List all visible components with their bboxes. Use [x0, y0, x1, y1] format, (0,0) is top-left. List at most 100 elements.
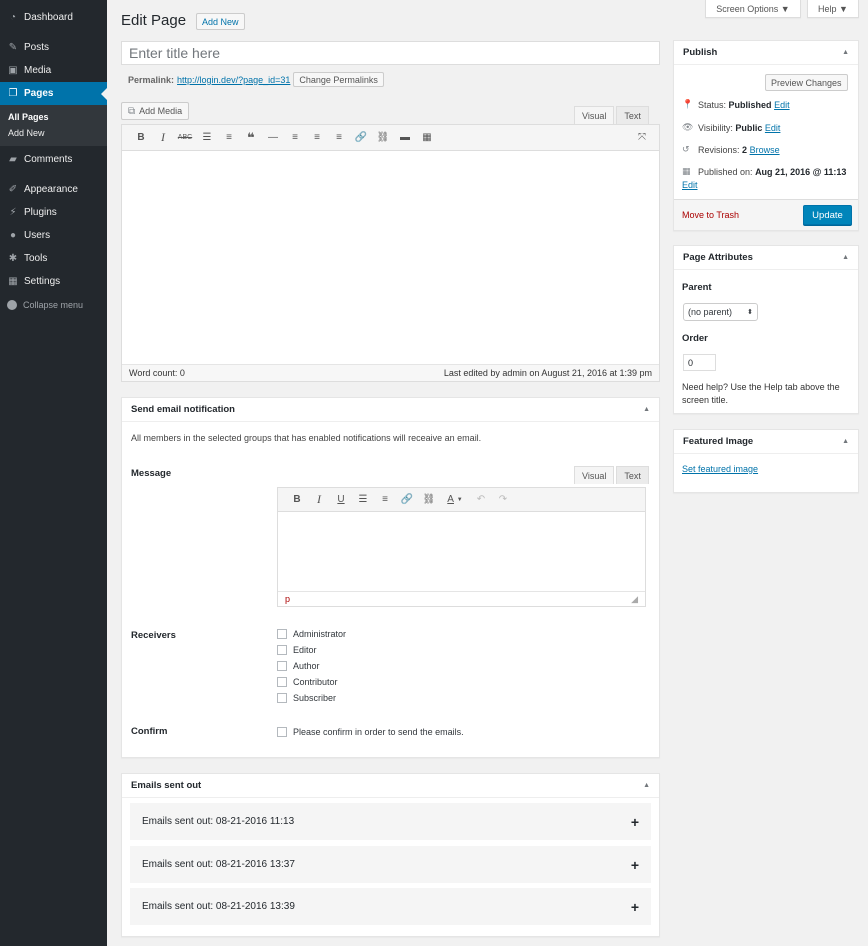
- confirm-checkbox[interactable]: [277, 727, 287, 737]
- message-tab-text[interactable]: Text: [616, 466, 649, 484]
- tab-text[interactable]: Text: [616, 106, 649, 124]
- order-input[interactable]: 0: [683, 354, 716, 371]
- bold-icon[interactable]: B: [130, 128, 152, 148]
- sidebar-item-posts[interactable]: ✎ Posts: [0, 36, 107, 59]
- collapse-arrow-icon[interactable]: ▲: [842, 438, 849, 445]
- preview-changes-button[interactable]: Preview Changes: [765, 74, 848, 91]
- sidebar-item-comments[interactable]: ▰ Comments: [0, 148, 107, 171]
- postbox-header[interactable]: Page Attributes ▲: [674, 246, 858, 270]
- bold-icon[interactable]: B: [286, 490, 308, 510]
- confirm-label: Confirm: [131, 726, 168, 737]
- add-media-button[interactable]: ⧉ Add Media: [121, 102, 190, 120]
- published-label: Published on:: [698, 167, 753, 177]
- receiver-label: Contributor: [293, 677, 338, 687]
- bullet-list-icon[interactable]: ☰: [196, 128, 218, 148]
- tab-visual[interactable]: Visual: [574, 106, 615, 124]
- toolbar-toggle-icon[interactable]: ▦: [416, 128, 438, 148]
- align-left-icon[interactable]: ≡: [284, 128, 306, 148]
- sidebar-item-appearance[interactable]: ✐ Appearance: [0, 178, 107, 201]
- eye-icon: 👁: [682, 122, 694, 132]
- message-tab-visual[interactable]: Visual: [574, 466, 615, 484]
- collapse-arrow-icon[interactable]: ▲: [643, 406, 650, 413]
- link-icon[interactable]: 🔗: [396, 490, 418, 510]
- order-label: Order: [682, 333, 708, 344]
- visibility-edit-link[interactable]: Edit: [765, 123, 781, 133]
- postbox-header[interactable]: Emails sent out ▲: [122, 774, 659, 798]
- update-button[interactable]: Update: [803, 205, 852, 225]
- blockquote-icon[interactable]: ❝: [240, 128, 262, 148]
- checkbox[interactable]: [277, 677, 287, 687]
- receiver-contributor[interactable]: Contributor: [277, 674, 346, 690]
- permalink-link[interactable]: http://login.dev/?page_id=31: [177, 75, 290, 85]
- change-permalinks-button[interactable]: Change Permalinks: [293, 72, 384, 87]
- checkbox[interactable]: [277, 693, 287, 703]
- receiver-editor[interactable]: Editor: [277, 642, 346, 658]
- sidebar-item-tools[interactable]: ✱ Tools: [0, 247, 107, 270]
- sidebar-item-dashboard[interactable]: ◔ Dashboard: [0, 6, 107, 29]
- sent-row[interactable]: Emails sent out: 08-21-2016 13:37 +: [130, 846, 651, 883]
- editor-tabs: Visual Text: [572, 106, 649, 124]
- plus-icon[interactable]: +: [631, 814, 639, 830]
- set-featured-image-link[interactable]: Set featured image: [682, 464, 758, 474]
- receiver-administrator[interactable]: Administrator: [277, 626, 346, 642]
- numbered-list-icon[interactable]: ≡: [218, 128, 240, 148]
- resize-handle-icon[interactable]: ◢: [631, 594, 638, 605]
- collapse-arrow-icon[interactable]: ▲: [643, 782, 650, 789]
- sent-row[interactable]: Emails sent out: 08-21-2016 13:39 +: [130, 888, 651, 925]
- sidebar-label: Posts: [24, 42, 50, 53]
- numbered-list-icon[interactable]: ≡: [374, 490, 396, 510]
- sidebar-item-users[interactable]: ● Users: [0, 224, 107, 247]
- italic-icon[interactable]: I: [152, 128, 174, 148]
- postbox-title: Page Attributes: [683, 252, 753, 263]
- submenu-add-new[interactable]: Add New: [0, 125, 107, 141]
- underline-icon[interactable]: U: [330, 490, 352, 510]
- link-icon[interactable]: 🔗: [350, 128, 372, 148]
- sidebar-item-media[interactable]: ▣ Media: [0, 59, 107, 82]
- parent-label: Parent: [682, 282, 712, 293]
- receiver-subscriber[interactable]: Subscriber: [277, 690, 346, 706]
- page-title: Edit Page: [121, 12, 187, 29]
- submenu-all-pages[interactable]: All Pages: [0, 109, 107, 125]
- sidebar-item-settings[interactable]: ▦ Settings: [0, 270, 107, 293]
- checkbox[interactable]: [277, 661, 287, 671]
- plus-icon[interactable]: +: [631, 899, 639, 915]
- confirm-row[interactable]: Please confirm in order to send the emai…: [277, 724, 464, 740]
- text-color-icon[interactable]: A ▼: [440, 490, 470, 510]
- sent-row[interactable]: Emails sent out: 08-21-2016 11:13 +: [130, 803, 651, 840]
- fullscreen-icon[interactable]: ⤧: [631, 128, 653, 148]
- collapse-menu-button[interactable]: Collapse menu: [0, 293, 107, 316]
- collapse-arrow-icon[interactable]: ▲: [842, 49, 849, 56]
- postbox-header[interactable]: Send email notification ▲: [122, 398, 659, 422]
- parent-select[interactable]: (no parent) ⬍: [683, 303, 758, 321]
- redo-icon[interactable]: ↷: [492, 490, 514, 510]
- title-input[interactable]: Enter title here: [121, 41, 660, 65]
- italic-icon[interactable]: I: [308, 490, 330, 510]
- status-edit-link[interactable]: Edit: [774, 100, 790, 110]
- published-edit-link[interactable]: Edit: [682, 180, 698, 190]
- collapse-arrow-icon[interactable]: ▲: [842, 254, 849, 261]
- help-button[interactable]: Help ▼: [807, 0, 859, 18]
- published-value: Aug 21, 2016 @ 11:13: [755, 167, 847, 177]
- unlink-icon[interactable]: ⛓: [372, 128, 394, 148]
- bullet-list-icon[interactable]: ☰: [352, 490, 374, 510]
- read-more-icon[interactable]: ▬: [394, 128, 416, 148]
- browse-link[interactable]: Browse: [750, 145, 780, 155]
- unlink-icon[interactable]: ⛓: [418, 490, 440, 510]
- checkbox[interactable]: [277, 645, 287, 655]
- postbox-header[interactable]: Featured Image ▲: [674, 430, 858, 454]
- align-center-icon[interactable]: ≡: [306, 128, 328, 148]
- screen-options-button[interactable]: Screen Options ▼: [705, 0, 801, 18]
- align-right-icon[interactable]: ≡: [328, 128, 350, 148]
- postbox-header[interactable]: Publish ▲: [674, 41, 858, 65]
- strikethrough-icon[interactable]: ABC: [174, 128, 196, 148]
- move-to-trash-link[interactable]: Move to Trash: [682, 210, 739, 220]
- checkbox[interactable]: [277, 629, 287, 639]
- horizontal-line-icon[interactable]: —: [262, 128, 284, 148]
- receiver-author[interactable]: Author: [277, 658, 346, 674]
- undo-icon[interactable]: ↶: [470, 490, 492, 510]
- postbox-title: Featured Image: [683, 436, 754, 447]
- add-new-button[interactable]: Add New: [196, 13, 245, 30]
- plus-icon[interactable]: +: [631, 857, 639, 873]
- sidebar-item-pages[interactable]: ❐ Pages: [0, 82, 107, 105]
- sidebar-item-plugins[interactable]: ⚡ Plugins: [0, 201, 107, 224]
